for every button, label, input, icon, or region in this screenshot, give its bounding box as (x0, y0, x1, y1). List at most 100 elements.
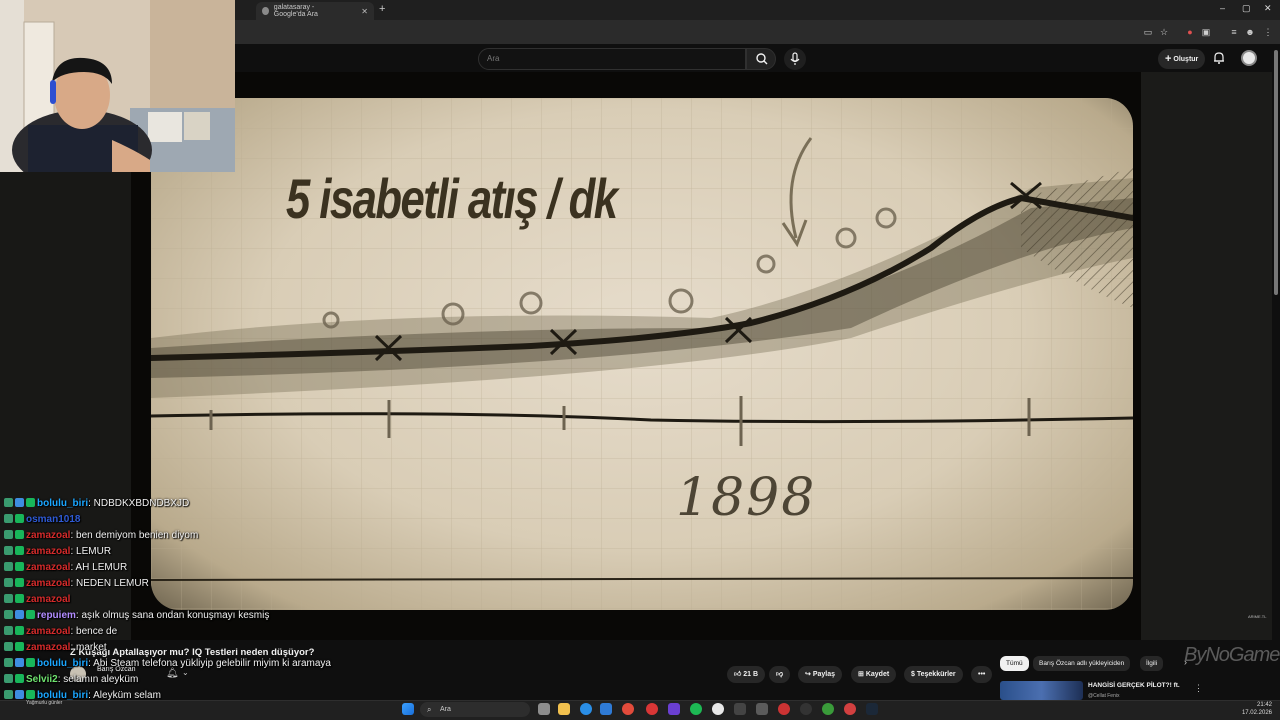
vip-badge-icon (15, 594, 24, 603)
share-icon: ↪ (805, 671, 811, 678)
sub-badge-icon (4, 498, 13, 507)
chat-username[interactable]: Selvii2 (26, 674, 58, 685)
plus-icon: + (1165, 53, 1172, 65)
chat-message: bolulu_biri: Abi Steam telefona yükliyip… (4, 656, 331, 672)
sidebar-icon[interactable]: ≡ (1228, 26, 1240, 38)
sub-badge-icon (4, 626, 13, 635)
mod-badge-icon (15, 658, 24, 667)
save-button[interactable]: ⊞ Kaydet (851, 666, 897, 683)
chat-text: AH LEMUR (75, 562, 128, 573)
chip-all[interactable]: Tümü (1000, 656, 1029, 671)
app-icon-4[interactable] (800, 703, 812, 715)
sub-badge-icon (4, 578, 13, 587)
spotify-icon[interactable] (690, 703, 702, 715)
notifications-bell-icon[interactable] (1212, 51, 1226, 65)
chat-username[interactable]: zamazoal (26, 546, 70, 557)
weather-widget[interactable]: Yağmurlu günler (26, 700, 62, 706)
chip-from-uploader[interactable]: Barış Özcan adlı yükleyiciden (1033, 656, 1131, 671)
store-icon[interactable] (600, 703, 612, 715)
related-video-title[interactable]: HANGİSİ GERÇEK PİLOT?! ft. (1088, 682, 1180, 689)
app-icon[interactable] (734, 703, 746, 715)
minimize-button[interactable]: – (1220, 3, 1225, 13)
vip-badge-icon (15, 578, 24, 587)
chat-text: ben demiyom benien diyom (76, 530, 199, 541)
vip-badge-icon (15, 642, 24, 651)
related-video-thumbnail[interactable] (1000, 681, 1083, 700)
taskbar-search[interactable]: ⌕ Ara (420, 702, 530, 717)
profile-icon[interactable]: ☻ (1244, 26, 1256, 38)
extensions-puzzle-icon[interactable]: ▣ (1200, 26, 1212, 38)
browser-tab-active[interactable]: galatasaray - Google'da Ara ✕ (256, 2, 374, 20)
chat-username[interactable]: zamazoal (26, 642, 70, 653)
search-button[interactable] (746, 48, 776, 70)
chat-username[interactable]: zamazoal (26, 578, 70, 589)
chat-message: zamazoal (4, 592, 70, 608)
edge-browser-icon[interactable] (580, 703, 592, 715)
chat-username[interactable]: zamazoal (26, 626, 70, 637)
app-icon-6[interactable] (844, 703, 856, 715)
windows-start-icon[interactable] (402, 703, 414, 715)
vip-badge-icon (26, 658, 35, 667)
browser-menu-icon[interactable]: ⋮ (1262, 26, 1274, 38)
thanks-label: Teşekkürler (916, 671, 956, 678)
account-avatar[interactable] (1241, 50, 1257, 66)
chat-text: market (76, 642, 107, 653)
scrollbar-thumb[interactable] (1274, 50, 1278, 295)
vip-badge-icon (26, 610, 35, 619)
clock-date: 17.02.2026 (1241, 710, 1272, 716)
related-more-icon[interactable]: ⋮ (1194, 683, 1203, 694)
system-clock[interactable]: 21:42 17.02.2026 (1232, 701, 1272, 717)
search-icon: ⌕ (427, 705, 432, 714)
chat-text: aşık olmuş sana ondan konuşmayı kesmiş (81, 610, 270, 621)
task-view-icon[interactable] (538, 703, 550, 715)
obs-icon[interactable] (712, 703, 724, 715)
chip-related[interactable]: İlgili (1140, 656, 1164, 671)
like-button[interactable]: 👍︎ 21 B (727, 666, 766, 683)
bookmark-star-icon[interactable]: ☆ (1158, 26, 1170, 38)
chat-username[interactable]: zamazoal (26, 562, 70, 573)
chat-username[interactable]: repuiem (37, 610, 76, 621)
vip-badge-icon (15, 530, 24, 539)
chat-message: repuiem: aşık olmuş sana ondan konuşmayı… (4, 608, 269, 624)
mod-badge-icon (15, 690, 24, 699)
dislike-button[interactable]: 👎︎ (769, 666, 791, 683)
sub-badge-icon (4, 594, 13, 603)
search-icon (756, 53, 768, 65)
chat-text: NDBDKXBDNDBXJD (93, 498, 190, 509)
chat-username[interactable]: zamazoal (26, 530, 70, 541)
create-button[interactable]: + Oluştur (1158, 49, 1206, 69)
vip-badge-icon (15, 626, 24, 635)
app-icon-2[interactable] (756, 703, 768, 715)
related-video-channel: @Cellat Fenix (1088, 693, 1120, 699)
steam-icon[interactable] (866, 703, 878, 715)
app-icon-3[interactable] (778, 703, 790, 715)
mod-badge-icon (15, 498, 24, 507)
file-explorer-icon[interactable] (558, 703, 570, 715)
cast-icon[interactable]: ▭ (1142, 26, 1154, 38)
chat-username[interactable]: zamazoal (26, 594, 70, 605)
chat-message: osman1018 (4, 512, 80, 528)
video-year-label: 1898 (676, 468, 817, 528)
close-window-button[interactable]: ✕ (1264, 3, 1272, 14)
search-input[interactable]: Ara (478, 48, 746, 70)
maximize-button[interactable]: ▢ (1242, 3, 1251, 14)
new-tab-button[interactable]: + (379, 3, 385, 15)
twitch-icon[interactable] (668, 703, 680, 715)
more-actions-button[interactable]: ••• (971, 666, 993, 683)
vip-badge-icon (15, 562, 24, 571)
video-player[interactable]: 5 isabetli atış / dk 1898 (131, 72, 1141, 640)
chat-username[interactable]: bolulu_biri (37, 658, 88, 669)
share-button[interactable]: ↪ Paylaş (798, 666, 843, 683)
chat-username[interactable]: bolulu_biri (37, 498, 88, 509)
chat-message: zamazoal: AH LEMUR (4, 560, 127, 576)
media-player-icon[interactable] (646, 703, 658, 715)
extension-icon[interactable]: ● (1184, 26, 1196, 38)
chat-username[interactable]: osman1018 (26, 514, 80, 525)
thanks-button[interactable]: $ Teşekkürler (904, 666, 963, 683)
app-icon-5[interactable] (822, 703, 834, 715)
chat-message: zamazoal: LEMUR (4, 544, 111, 560)
voice-search-button[interactable] (784, 48, 806, 70)
chrome-icon[interactable] (622, 703, 634, 715)
sub-badge-icon (4, 530, 13, 539)
close-tab-icon[interactable]: ✕ (361, 7, 368, 16)
